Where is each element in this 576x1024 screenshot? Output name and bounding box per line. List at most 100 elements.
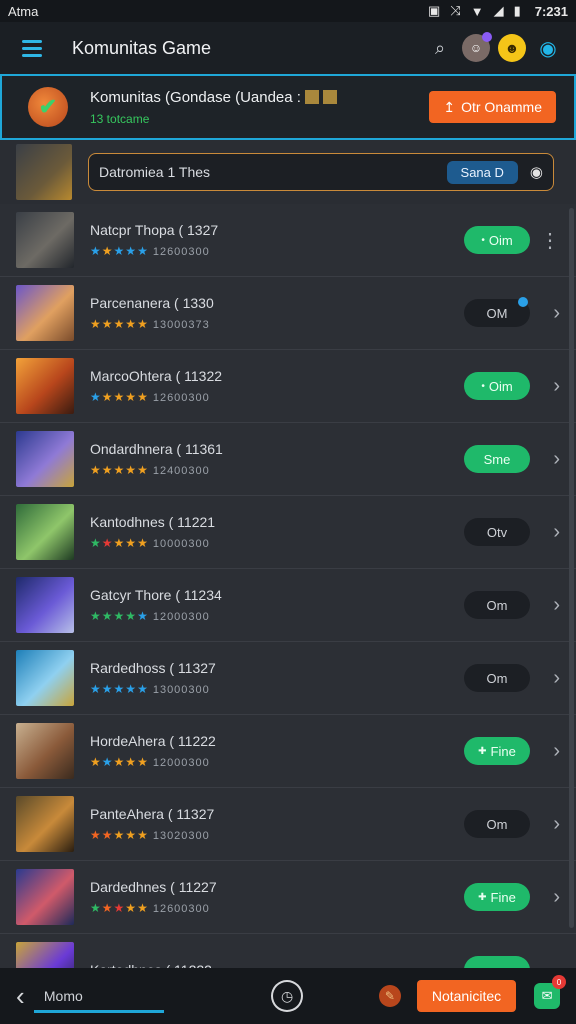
- clock-icon[interactable]: ◷: [271, 980, 303, 1012]
- join-button[interactable]: ✚ Fine: [464, 737, 530, 765]
- home-tab[interactable]: Momo: [33, 988, 165, 1013]
- rating: ★★★★★ 12000300: [90, 755, 464, 769]
- community-action-button[interactable]: ↥ Otr Onamme: [429, 91, 556, 123]
- join-button[interactable]: Sme: [464, 445, 530, 473]
- chevron-right-icon[interactable]: ›: [530, 886, 560, 909]
- rating: ★★★★★ 13000300: [90, 682, 464, 696]
- chevron-right-icon[interactable]: ›: [530, 521, 560, 544]
- star-icon: ★: [125, 901, 138, 915]
- list-item[interactable]: Ondardhnera ( 11361 ★★★★★ 12400300 Sme ›: [0, 423, 576, 496]
- star-icon: ★: [137, 244, 149, 258]
- community-name: Komunitas (Gondase (Uandea :: [90, 89, 429, 106]
- chevron-right-icon[interactable]: ›: [530, 302, 560, 325]
- search-filter-pill[interactable]: Sana D: [446, 160, 518, 184]
- star-icon: ★: [125, 317, 138, 331]
- search-input[interactable]: Datromiea 1 Thes Sana D ◉: [88, 153, 554, 191]
- list-item[interactable]: Kantodhnes ( 11221 ★★★★★ 10000300 Otv ›: [0, 496, 576, 569]
- join-button[interactable]: OM: [464, 297, 530, 327]
- game-thumbnail: [16, 431, 74, 487]
- join-button[interactable]: Om: [464, 810, 530, 838]
- eye-icon[interactable]: ◉: [530, 163, 543, 181]
- game-name: Natcpr Thopa ( 1327: [90, 222, 219, 238]
- join-button-label: OM: [486, 305, 508, 321]
- globe-icon[interactable]: ◉: [534, 34, 562, 62]
- star-icon: ★: [90, 390, 102, 404]
- star-icon: ★: [137, 463, 149, 477]
- page-title: Komunitas Game: [72, 37, 212, 58]
- list-item[interactable]: Kartodhnes ( 11222: [0, 934, 576, 968]
- chevron-right-icon[interactable]: ›: [530, 375, 560, 398]
- chat-icon[interactable]: ✉ 0: [534, 975, 566, 1009]
- star-icon: ★: [101, 390, 114, 404]
- game-meta: MarcoOhtera ( 11322 ★★★★★ 12600300: [90, 368, 464, 404]
- rating-count: 12400300: [152, 465, 210, 477]
- star-icon: ★: [125, 828, 138, 842]
- game-thumbnail: [16, 869, 74, 925]
- join-button[interactable]: Om: [464, 664, 530, 692]
- star-icon: ★: [113, 317, 126, 331]
- list-item[interactable]: HordeAhera ( 11222 ★★★★★ 12000300 ✚ Fine ›: [0, 715, 576, 788]
- join-button-label: Fine: [490, 889, 516, 905]
- join-button[interactable]: • Oim: [464, 372, 530, 400]
- star-icon: ★: [125, 390, 138, 404]
- chat-badge: 0: [552, 975, 566, 989]
- filter-thumbnail: [16, 144, 72, 200]
- game-name: Ondardhnera ( 11361: [90, 441, 223, 457]
- chevron-right-icon[interactable]: ›: [530, 667, 560, 690]
- star-icon: ★: [125, 682, 138, 696]
- star-icon: ★: [90, 463, 102, 477]
- join-button[interactable]: • Oim: [464, 226, 530, 254]
- star-icon: ★: [113, 609, 126, 623]
- notifications-button[interactable]: Notanicitec: [416, 980, 517, 1012]
- game-thumbnail: [16, 285, 74, 341]
- scrollbar[interactable]: [569, 208, 574, 928]
- chevron-right-icon[interactable]: ›: [530, 813, 560, 836]
- list-item[interactable]: Rardedhoss ( 11327 ★★★★★ 13000300 Om ›: [0, 642, 576, 715]
- lock-icon: ▣: [428, 3, 441, 18]
- back-icon[interactable]: ‹: [16, 981, 36, 1012]
- rating-count: 12000300: [152, 611, 210, 623]
- star-icon: ★: [137, 755, 149, 769]
- emoji-icon[interactable]: ☻: [498, 34, 526, 62]
- star-icon: ★: [137, 682, 149, 696]
- rating: ★★★★★ 12400300: [90, 463, 464, 477]
- chevron-right-icon[interactable]: ›: [530, 594, 560, 617]
- join-button[interactable]: [464, 956, 530, 968]
- game-list: Natcpr Thopa ( 1327 ★★★★★ 12600300 • Oim ⋮ Par…: [0, 204, 576, 968]
- star-icon: ★: [101, 682, 114, 696]
- game-meta: Gatcyr Thore ( 11234 ★★★★★ 12000300: [90, 587, 464, 623]
- game-name: Gatcyr Thore ( 11234: [90, 587, 222, 603]
- list-item[interactable]: MarcoOhtera ( 11322 ★★★★★ 12600300 • Oim ›: [0, 350, 576, 423]
- list-item[interactable]: Parcenanera ( 1330 ★★★★★ 13000373 OM ›: [0, 277, 576, 350]
- menu-icon[interactable]: [14, 30, 50, 66]
- list-item[interactable]: Gatcyr Thore ( 11234 ★★★★★ 12000300 Om ›: [0, 569, 576, 642]
- game-thumbnail: [16, 504, 74, 560]
- app-bar: Komunitas Game ⌕ ☺ ☻ ◉: [0, 22, 576, 74]
- more-options-icon[interactable]: ⋮: [530, 228, 560, 253]
- list-item[interactable]: PanteAhera ( 11327 ★★★★★ 13020300 Om ›: [0, 788, 576, 861]
- join-button[interactable]: Om: [464, 591, 530, 619]
- rating: ★★★★★ 13020300: [90, 828, 464, 842]
- star-icon: ★: [101, 463, 114, 477]
- join-button[interactable]: Otv: [464, 518, 530, 546]
- chevron-right-icon[interactable]: ›: [530, 448, 560, 471]
- game-thumbnail: [16, 212, 74, 268]
- join-button[interactable]: ✚ Fine: [464, 883, 530, 911]
- community-logo-icon: ✔: [28, 87, 68, 127]
- rating-count: 12600300: [152, 392, 210, 404]
- star-icon: ★: [113, 828, 126, 842]
- list-item[interactable]: Dardedhnes ( 11227 ★★★★★ 12600300 ✚ Fine ›: [0, 861, 576, 934]
- list-item[interactable]: Natcpr Thopa ( 1327 ★★★★★ 12600300 • Oim ⋮: [0, 204, 576, 277]
- join-button-label: Sme: [483, 451, 511, 467]
- star-icon: ★: [101, 828, 114, 842]
- shuffle-icon: ⤨: [450, 3, 461, 18]
- star-icon: ★: [113, 390, 126, 404]
- carrier-label: Atma: [8, 3, 39, 19]
- search-icon[interactable]: ⌕: [426, 34, 454, 62]
- tool-icon[interactable]: ✎: [378, 985, 401, 1007]
- star-icon: ★: [137, 317, 149, 331]
- button-icon: ✚: [478, 745, 487, 757]
- chevron-right-icon[interactable]: ›: [530, 740, 560, 763]
- rating-count: 12000300: [152, 757, 210, 769]
- avatar[interactable]: ☺: [462, 32, 492, 62]
